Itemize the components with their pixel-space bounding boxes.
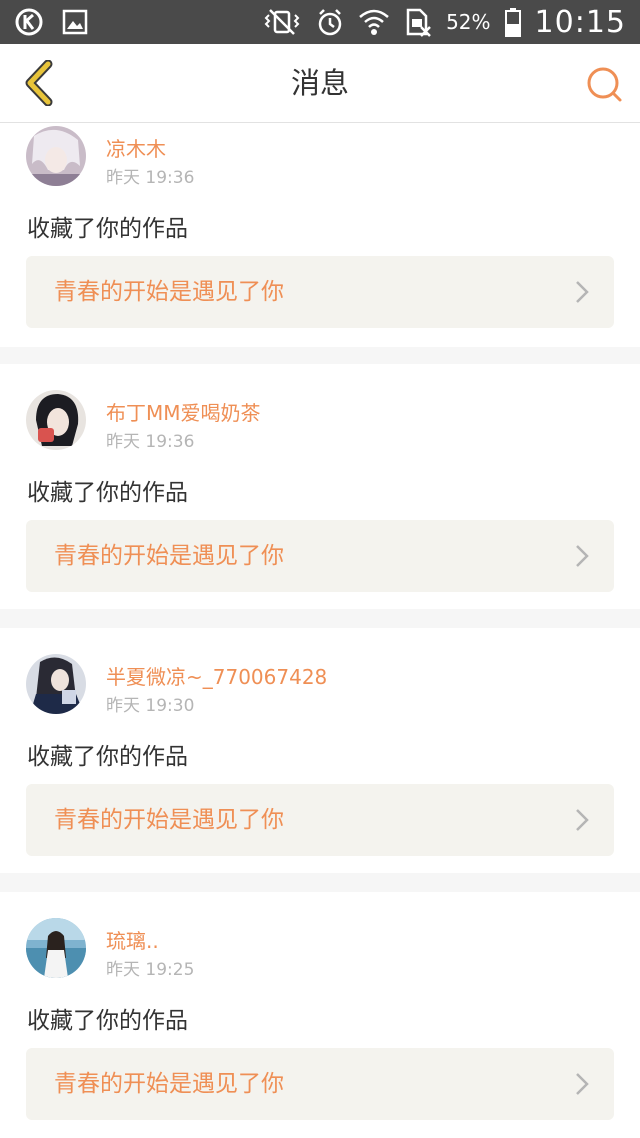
work-title: 青春的开始是遇见了你	[54, 543, 284, 569]
work-title: 青春的开始是遇见了你	[54, 807, 284, 833]
username[interactable]: 凉木木	[106, 133, 166, 162]
nav-bar: 消息	[0, 44, 640, 123]
username[interactable]: 布丁MM爱喝奶茶	[106, 397, 261, 426]
work-title: 青春的开始是遇见了你	[54, 1071, 284, 1097]
action-text: 收藏了你的作品	[27, 744, 188, 770]
battery-percent: 52%	[446, 10, 491, 34]
avatar[interactable]	[26, 654, 86, 714]
timestamp: 昨天 19:36	[106, 168, 195, 188]
username[interactable]: 琉璃..	[106, 925, 159, 954]
gallery-icon	[62, 9, 88, 35]
work-link[interactable]: 青春的开始是遇见了你	[26, 1048, 614, 1120]
k-app-icon	[14, 7, 44, 37]
message-list: 凉木木 昨天 19:36 收藏了你的作品 青春的开始是遇见了你 布丁MM爱喝奶茶…	[0, 123, 640, 1138]
clock-time: 10:15	[534, 4, 626, 40]
message-card: 布丁MM爱喝奶茶 昨天 19:36 收藏了你的作品 青春的开始是遇见了你	[0, 364, 640, 609]
wifi-icon	[358, 7, 390, 37]
vibrate-mute-icon	[262, 7, 302, 37]
chevron-right-icon	[576, 809, 589, 831]
search-icon	[587, 67, 622, 102]
no-sim-icon	[404, 7, 432, 37]
action-text: 收藏了你的作品	[27, 1008, 188, 1034]
battery-icon	[504, 7, 521, 37]
timestamp: 昨天 19:30	[106, 696, 195, 716]
username[interactable]: 半夏微凉~_770067428	[106, 661, 327, 690]
alarm-icon	[316, 7, 344, 37]
chevron-right-icon	[576, 545, 589, 567]
avatar[interactable]	[26, 918, 86, 978]
chevron-right-icon	[576, 281, 589, 303]
work-link[interactable]: 青春的开始是遇见了你	[26, 520, 614, 592]
action-text: 收藏了你的作品	[27, 216, 188, 242]
status-bar: 52% 10:15	[0, 0, 640, 44]
avatar[interactable]	[26, 390, 86, 450]
message-card: 凉木木 昨天 19:36 收藏了你的作品 青春的开始是遇见了你	[0, 123, 640, 347]
work-link[interactable]: 青春的开始是遇见了你	[26, 256, 614, 328]
message-card: 半夏微凉~_770067428 昨天 19:30 收藏了你的作品 青春的开始是遇…	[0, 628, 640, 873]
action-text: 收藏了你的作品	[27, 480, 188, 506]
message-card: 琉璃.. 昨天 19:25 收藏了你的作品 青春的开始是遇见了你	[0, 892, 640, 1138]
work-link[interactable]: 青春的开始是遇见了你	[26, 784, 614, 856]
work-title: 青春的开始是遇见了你	[54, 279, 284, 305]
page-title: 消息	[290, 66, 349, 100]
search-button[interactable]	[582, 62, 626, 106]
avatar[interactable]	[26, 126, 86, 186]
timestamp: 昨天 19:36	[106, 432, 195, 452]
timestamp: 昨天 19:25	[106, 960, 195, 980]
chevron-right-icon	[576, 1073, 589, 1095]
